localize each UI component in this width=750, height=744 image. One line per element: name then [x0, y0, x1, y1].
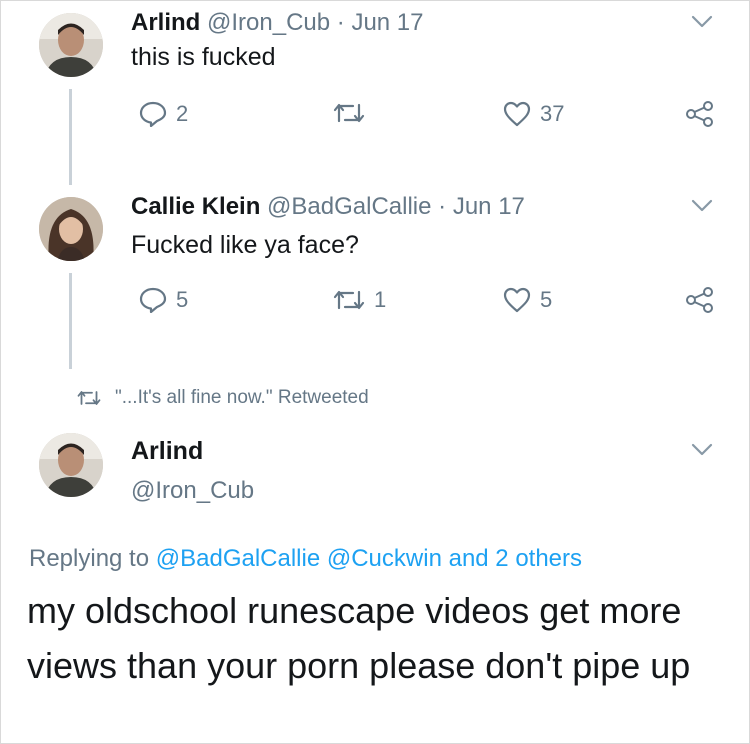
share-button[interactable] [685, 287, 715, 313]
thread-connector [69, 273, 72, 369]
author-handle[interactable]: @BadGalCallie [267, 193, 431, 220]
author-name[interactable]: Arlind [131, 437, 203, 466]
author-handle[interactable]: @Iron_Cub [207, 9, 330, 36]
tweet-date[interactable]: Jun 17 [351, 9, 423, 36]
share-icon [686, 101, 713, 127]
author-name[interactable]: Arlind [131, 9, 200, 36]
mention-link[interactable]: @Cuckwin [327, 545, 442, 572]
tweet-header: Arlind @Iron_Cub · Jun 17 [131, 9, 424, 37]
heart-icon [503, 101, 531, 127]
avatar-image [39, 197, 103, 261]
author-name[interactable]: Callie Klein [131, 193, 260, 220]
reply-count: 5 [176, 287, 189, 312]
thread-connector [69, 89, 72, 185]
reply-icon [139, 287, 167, 313]
retweet-icon [333, 103, 365, 123]
retweet-button[interactable]: 1 [333, 287, 386, 313]
avatar-arlind[interactable] [39, 433, 103, 497]
avatar-image [39, 13, 103, 77]
reply-button[interactable]: 2 [139, 101, 188, 127]
retweet-icon [333, 290, 365, 310]
share-button[interactable] [685, 101, 715, 127]
avatar-image [39, 433, 103, 497]
tweet-text: Fucked like ya face? [131, 231, 359, 259]
like-button[interactable]: 37 [503, 101, 564, 127]
replying-prefix: Replying to [29, 545, 150, 572]
share-icon [686, 287, 713, 313]
chevron-down-icon[interactable] [691, 15, 713, 29]
tweet-text: my oldschool runescape videos get more v… [27, 590, 691, 686]
separator: · [336, 9, 345, 36]
reply-count: 2 [176, 101, 189, 126]
retweet-button[interactable] [333, 101, 374, 125]
tweet-header: Callie Klein @BadGalCallie · Jun 17 [131, 193, 525, 221]
tweet-text: this is fucked [131, 43, 276, 71]
tweet-thread: Arlind @Iron_Cub · Jun 17 this is fucked… [0, 0, 750, 744]
others-link[interactable]: and 2 others [449, 545, 582, 572]
author-handle[interactable]: @Iron_Cub [131, 477, 254, 505]
separator: · [438, 193, 447, 220]
avatar-callie[interactable] [39, 197, 103, 261]
tweet-date[interactable]: Jun 17 [453, 193, 525, 220]
mention-link[interactable]: @BadGalCallie [156, 545, 320, 572]
like-count: 5 [540, 287, 553, 312]
reply-icon [139, 101, 167, 127]
retweeted-text: "...It's all fine now." Retweeted [115, 387, 369, 408]
retweet-count: 1 [374, 287, 387, 312]
like-count: 37 [540, 101, 565, 126]
chevron-down-icon[interactable] [691, 443, 713, 457]
replying-to: Replying to @BadGalCallie @Cuckwin and 2… [29, 545, 582, 573]
like-button[interactable]: 5 [503, 287, 552, 313]
chevron-down-icon[interactable] [691, 199, 713, 213]
reply-button[interactable]: 5 [139, 287, 188, 313]
avatar-arlind[interactable] [39, 13, 103, 77]
retweet-icon [77, 391, 101, 405]
retweeted-by-note[interactable]: "...It's all fine now." Retweeted [77, 387, 369, 409]
heart-icon [503, 287, 531, 313]
